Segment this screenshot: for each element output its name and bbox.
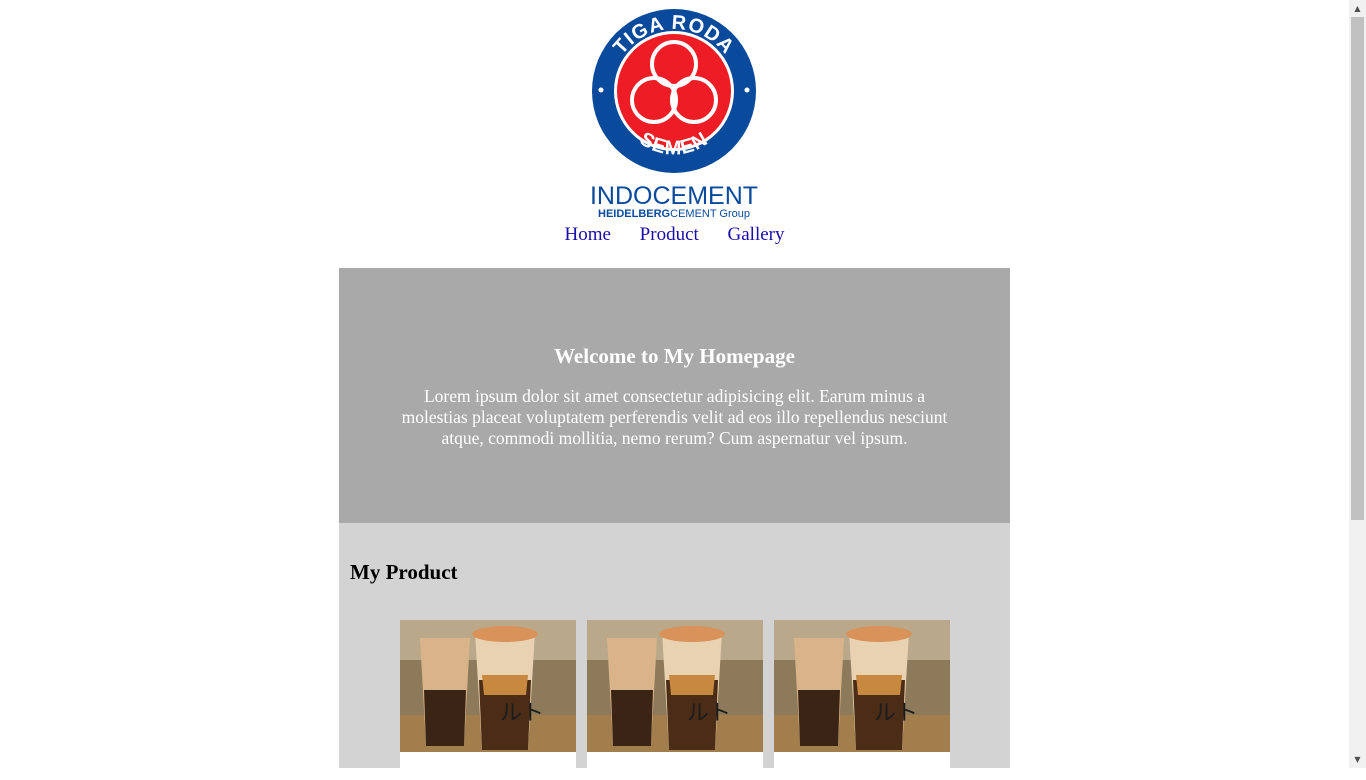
hero-text: Lorem ipsum dolor sit amet consectetur a… [401,386,948,448]
bubble-tea-image: ルト [587,620,763,752]
bubble-tea-image: ルト [774,620,950,752]
hero-section: Welcome to My Homepage Lorem ipsum dolor… [339,268,1010,523]
product-card[interactable]: ルト [400,620,576,780]
product-card[interactable]: ルト [587,620,763,780]
nav-link-home[interactable]: Home [564,224,610,246]
indocement-logo[interactable]: TIGA RODA SEMEN INDOCEMENT HEIDELBERGCEM… [589,8,759,220]
main-nav: Home Product Gallery [0,224,1349,246]
bubble-tea-image: ルト [400,620,576,752]
hero-title: Welcome to My Homepage [554,344,795,368]
page: TIGA RODA SEMEN INDOCEMENT HEIDELBERGCEM… [0,0,1349,780]
products-section: My Product ルト ルト ルト [339,523,1010,780]
scrollbar-thumb[interactable] [1351,17,1364,520]
logo-brand-text: INDOCEMENT [590,182,758,210]
cup-print-mark: ルト [500,701,544,726]
logo-sub-brand: HEIDELBERGCEMENT Group [598,208,750,220]
products-title: My Product [350,560,458,584]
cup-print-mark: ルト [874,701,918,726]
cup-print-mark: ルト [687,701,731,726]
scroll-down-icon[interactable]: ▼ [1349,751,1366,768]
nav-link-gallery[interactable]: Gallery [728,224,785,246]
scroll-up-icon[interactable]: ▲ [1349,0,1366,17]
nav-link-product[interactable]: Product [640,224,699,246]
product-card[interactable]: ルト [774,620,950,780]
